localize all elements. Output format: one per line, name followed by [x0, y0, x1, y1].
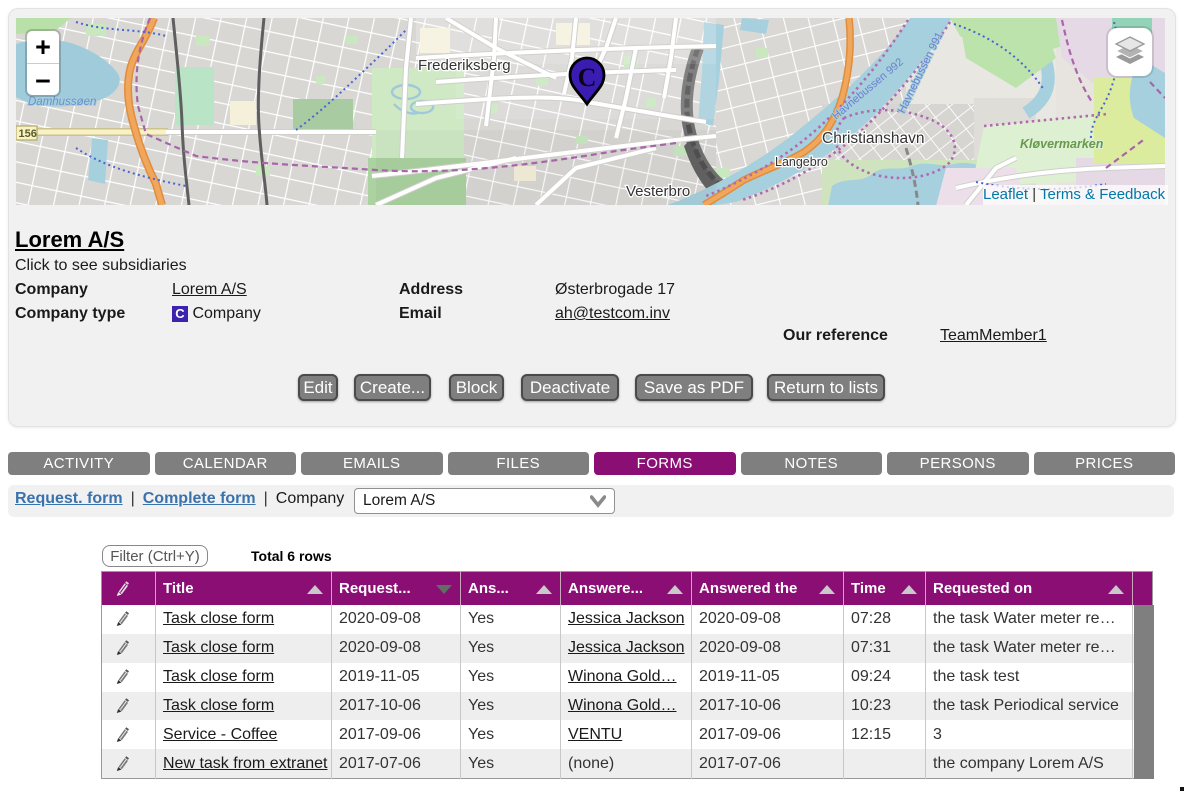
- svg-text:Langebro: Langebro: [775, 155, 828, 169]
- svg-text:Frederiksberg: Frederiksberg: [418, 57, 511, 74]
- svg-text:156: 156: [19, 128, 37, 140]
- svg-text:Christianshavn: Christianshavn: [822, 130, 925, 147]
- svg-text:Kløvermarken: Kløvermarken: [1020, 137, 1104, 151]
- svg-text:C: C: [578, 63, 597, 92]
- svg-text:Damhussøen: Damhussøen: [28, 96, 96, 108]
- svg-text:Vesterbro: Vesterbro: [626, 183, 690, 200]
